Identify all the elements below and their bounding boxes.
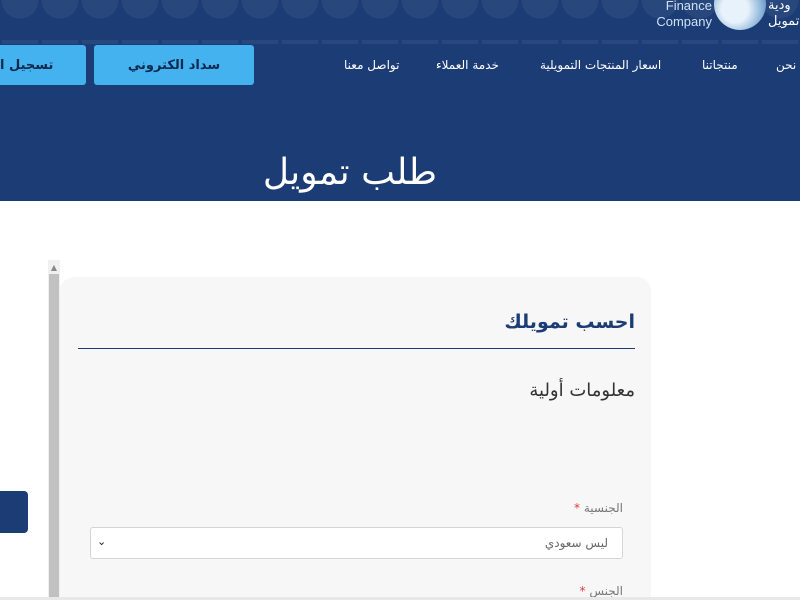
nationality-label-text: الجنسية — [583, 501, 623, 515]
nav-item-product-prices[interactable]: اسعار المنتجات التمويلية — [540, 58, 661, 72]
gender-label-text: الجنس — [589, 584, 623, 598]
brand-name-en-line1: Finance — [665, 0, 712, 13]
brand-name-ar-line1: ودية — [768, 0, 791, 13]
main-navbar: نحن منتجاتنا اسعار المنتجات التمويلية خد… — [0, 44, 800, 88]
hero-banner: طلب تمويل — [0, 88, 800, 201]
nav-item-customer-service[interactable]: خدمة العملاء — [436, 58, 499, 72]
brand-name-ar: ودية تمويل — [768, 0, 800, 30]
top-header: Finance Company ودية تمويل — [0, 0, 800, 44]
gender-label: الجنس * — [580, 584, 623, 598]
chevron-down-icon: ⌄ — [97, 535, 107, 548]
company-logo-icon[interactable] — [714, 0, 766, 30]
brand-name-en: Finance Company — [650, 0, 712, 30]
e-payment-button-label: سداد الكتروني — [127, 57, 221, 73]
nationality-select[interactable]: ليس سعودي ⌄ — [90, 527, 623, 559]
nav-item-products[interactable]: منتجاتنا — [702, 58, 738, 72]
calculator-title: احسب تمويلك — [504, 311, 635, 333]
nationality-required-mark: * — [574, 501, 581, 515]
nav-item-contact-us[interactable]: تواصل معنا — [344, 58, 399, 72]
nationality-select-value: ليس سعودي — [544, 536, 608, 550]
side-floating-tab[interactable] — [0, 491, 28, 533]
scroll-up-arrow-icon[interactable]: ▲ — [48, 260, 60, 274]
financing-calculator-card: احسب تمويلك معلومات أولية الجنسية * ليس … — [60, 277, 651, 600]
register-button-label: تسجيل ا — [0, 57, 54, 73]
title-divider — [78, 348, 635, 349]
e-payment-button[interactable]: سداد الكتروني — [94, 45, 254, 85]
nav-item-about[interactable]: نحن — [776, 58, 796, 72]
brand-name-en-line2: Company — [656, 14, 712, 29]
scroll-thumb[interactable] — [49, 274, 59, 600]
nationality-label: الجنسية * — [574, 501, 623, 515]
gender-required-mark: * — [579, 584, 586, 598]
page-title: طلب تمويل — [262, 152, 437, 193]
register-button[interactable]: تسجيل ا — [0, 45, 86, 85]
initial-info-heading: معلومات أولية — [529, 380, 635, 401]
form-scrollbar[interactable]: ▲ — [48, 260, 60, 600]
brand-name-ar-line2: تمويل — [768, 14, 800, 29]
